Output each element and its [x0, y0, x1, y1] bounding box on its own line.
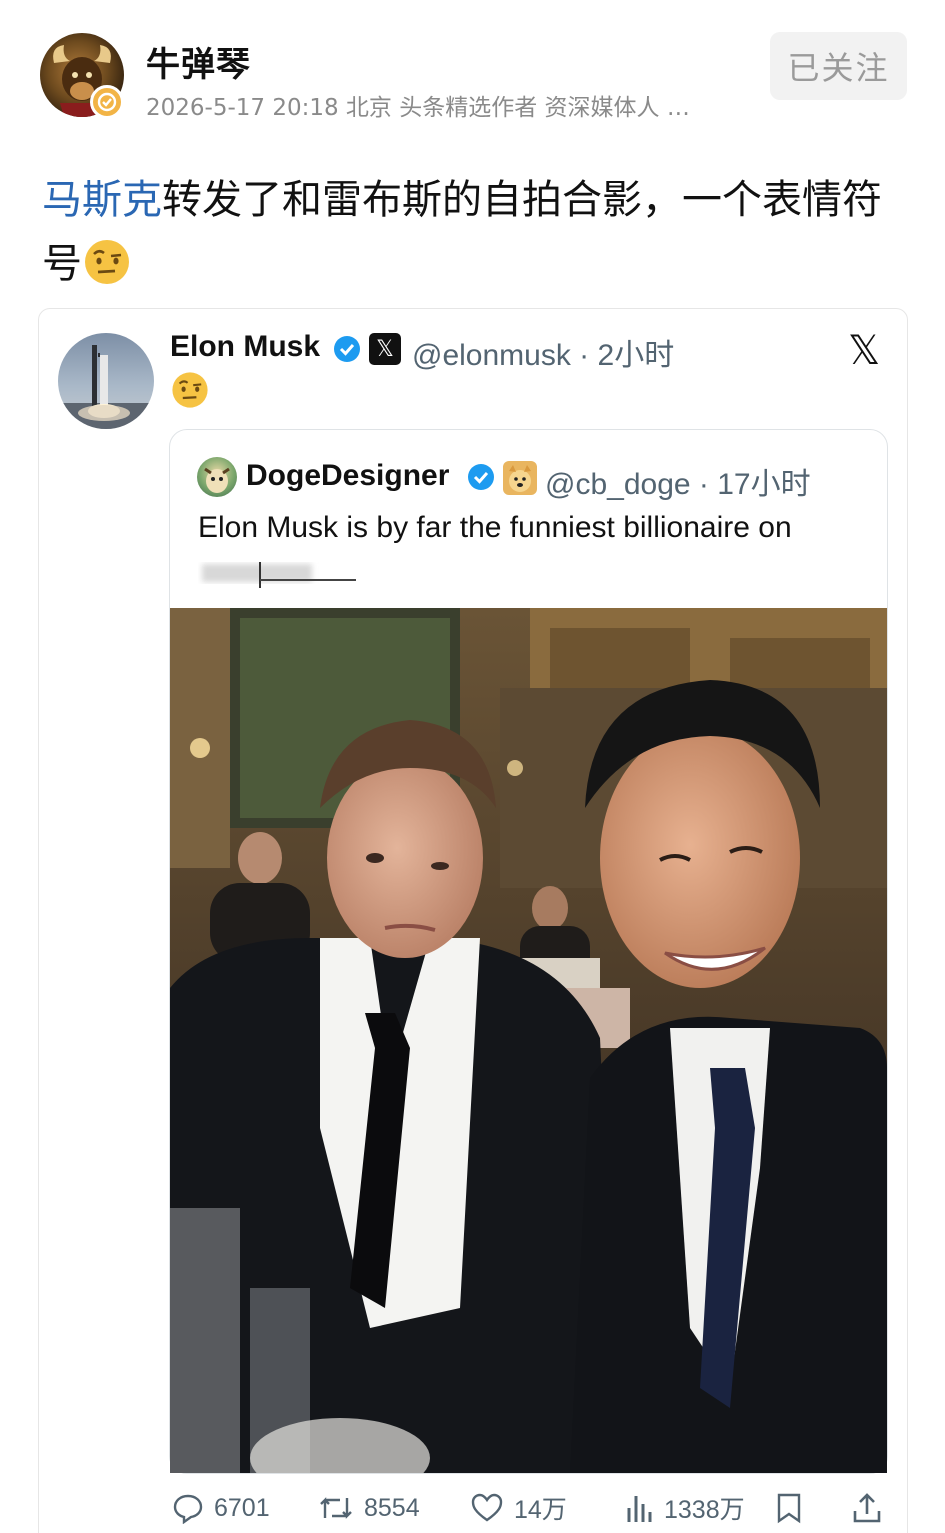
like-button[interactable]: 14万	[470, 1488, 567, 1528]
follow-button[interactable]: 已关注	[770, 32, 907, 100]
verified-badge-icon	[468, 464, 494, 490]
quote-handle-time[interactable]: @cb_doge · 17小时	[545, 459, 811, 503]
tweet-author-name[interactable]: Elon Musk	[170, 330, 320, 364]
post-body: 转发了和雷布斯的自拍合影，一个表情符号	[42, 177, 882, 287]
selfie-photo[interactable]	[170, 608, 887, 1473]
bookmark-button[interactable]	[775, 1488, 803, 1528]
author-meta: 2026-5-17 20:18 北京 头条精选作者 资深媒体人 …	[146, 95, 690, 121]
redacted-text	[202, 562, 356, 588]
mention-link[interactable]: 马斯克	[42, 177, 162, 223]
elon-avatar[interactable]	[58, 333, 154, 429]
raised-eyebrow-emoji-icon	[172, 372, 208, 408]
author-name[interactable]: 牛弹琴	[146, 37, 251, 86]
quote-text: Elon Musk is by far the funniest billion…	[198, 511, 792, 544]
retweet-icon	[320, 1497, 352, 1519]
reply-button[interactable]: 6701	[172, 1488, 270, 1528]
post-text: 马斯克转发了和雷布斯的自拍合影，一个表情符号	[42, 168, 902, 296]
reply-icon	[173, 1494, 203, 1524]
raised-eyebrow-emoji-icon	[85, 240, 129, 284]
views-chart-icon	[627, 1496, 652, 1522]
retweet-button[interactable]: 8554	[318, 1488, 420, 1528]
share-icon	[853, 1493, 881, 1523]
x-logo-icon[interactable]: 𝕏	[848, 328, 880, 374]
views-button[interactable]: 1338万	[624, 1488, 745, 1528]
reply-count: 6701	[214, 1493, 270, 1522]
verified-badge-icon	[334, 336, 360, 362]
like-count: 14万	[514, 1496, 567, 1524]
view-count: 1338万	[664, 1496, 745, 1524]
retweet-count: 8554	[364, 1493, 420, 1522]
dogedesigner-avatar[interactable]	[197, 457, 237, 497]
bookmark-icon	[777, 1493, 801, 1524]
creator-badge-icon	[90, 85, 124, 119]
doge-badge-icon	[503, 461, 537, 495]
quote-author-name[interactable]: DogeDesigner	[246, 459, 449, 493]
tweet-handle-time[interactable]: @elonmusk · 2小时	[412, 330, 674, 374]
heart-icon	[471, 1493, 503, 1522]
share-button[interactable]	[852, 1488, 882, 1528]
x-affiliate-icon: 𝕏	[369, 333, 401, 365]
